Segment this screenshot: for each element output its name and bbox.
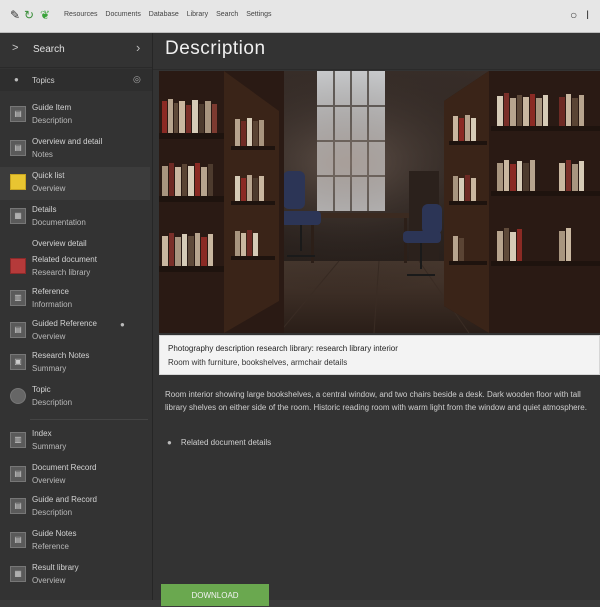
list-item[interactable]: ▥ Reference Information [0,283,150,316]
list-item-subtitle: Summary [32,442,67,451]
document-icon: ▤ [10,532,26,548]
list-item-subtitle: Research library [32,268,91,277]
filter-label: Topics [32,76,55,85]
list-item-title: Research Notes [32,351,90,360]
list-item-title: Document Record [32,463,97,472]
list-item-subtitle: Description [32,398,73,407]
list-item[interactable]: Overview detail [0,235,150,251]
list-item-title: Quick list [32,171,65,180]
document-icon: ▤ [10,140,26,156]
image-caption: Photography description research library… [159,335,600,375]
top-menu: Resources Documents Database Library Sea… [64,11,278,18]
list-item[interactable]: Topic Description [0,381,150,414]
list-item-subtitle: Overview [32,332,66,341]
menu-item[interactable]: Documents [105,11,140,18]
list-item-title: Guide and Record [32,495,97,504]
sidebar: > Search › ● Topics ◎ ▤ Guide Item Descr… [0,33,153,600]
document-icon: ▤ [10,106,26,122]
browser-toolbar: ✎ ↻ ❦ Resources Documents Database Libra… [0,0,600,33]
list-item-title: Related document [32,255,97,264]
list-item[interactable]: Related document Research library [0,251,150,284]
list-item-title: Topic [32,385,51,394]
main-panel: Description Photography description rese… [153,33,600,606]
list-item[interactable]: Quick list Overview [0,167,150,200]
circle-icon [10,388,26,404]
menu-item[interactable]: Settings [246,11,271,18]
list-item-subtitle: Notes [32,150,53,159]
bookmark-icon [10,258,26,274]
list-item-title: Details [32,205,57,214]
list-item-title: Overview detail [32,239,87,248]
menu-item[interactable]: Database [149,11,179,18]
chevron-right-icon[interactable]: › [136,40,140,55]
list-item-title: Index [32,429,52,438]
list-item[interactable]: ▤ Guided Reference Overview ● [0,315,150,348]
document-icon: ▤ [10,322,26,338]
list-item[interactable]: ▦ Details Documentation [0,201,150,234]
list-item[interactable]: ▤ Guide Item Description [0,99,150,132]
book-icon: ▥ [10,290,26,306]
list-item[interactable]: ▥ Index Summary [0,425,150,458]
bullet-text: Related document details [180,438,272,447]
list-item[interactable]: ▣ Research Notes Summary [0,347,150,380]
menu-item[interactable]: Search [216,11,238,18]
sidebar-header: > Search › [0,33,152,68]
library-illustration [159,71,600,333]
refresh-icon[interactable]: ○ [570,8,577,22]
image-icon: ▦ [10,208,26,224]
library-photo [159,71,600,333]
image-icon: ▦ [10,566,26,582]
list-item-subtitle: Information [32,300,73,309]
description-text: Room interior showing large bookshelves,… [165,390,587,412]
bullet-icon: ● [167,438,172,447]
list-item-title: Result library [32,563,79,572]
folder-icon [10,174,26,190]
list-item[interactable]: ▤ Guide and Record Description [0,491,150,524]
caption-line-1: Photography description research library… [168,344,398,353]
list-item-subtitle: Summary [32,364,67,373]
caption-line-2: Room with furniture, bookshelves, armcha… [168,358,348,367]
list-item-subtitle: Overview [32,184,66,193]
document-icon: ▤ [10,466,26,482]
book-icon: ▥ [10,432,26,448]
sidebar-title: Search [33,44,65,55]
list-item-subtitle: Overview [32,576,66,585]
divider [30,419,148,420]
list-item-title: Guide Notes [32,529,77,538]
list-item-title: Reference [32,287,69,296]
list-item[interactable]: ▦ Result library Overview [0,559,150,592]
list-item[interactable]: ▤ Document Record Overview [0,459,150,492]
list-item-subtitle: Description [32,508,73,517]
dot-icon: ● [120,320,125,329]
list-item-subtitle: Documentation [32,218,86,227]
filter-icon[interactable]: ◎ [133,74,141,85]
expand-icon[interactable]: > [12,42,18,54]
list-item-title: Guide Item [32,103,72,112]
sidebar-filter[interactable]: ● Topics ◎ [0,69,152,91]
note-icon: ▣ [10,354,26,370]
list-item-title: Overview and detail [32,137,103,146]
list-item[interactable]: ▤ Guide Notes Reference [0,525,150,558]
document-icon: ▤ [10,498,26,514]
info-icon[interactable]: ǀ [586,8,589,22]
app-icon[interactable]: ↻ [24,8,34,22]
filter-dot-icon: ● [14,75,19,84]
back-icon[interactable]: ✎ [10,8,20,22]
list-item-subtitle: Description [32,116,73,125]
leaf-icon[interactable]: ❦ [40,8,50,22]
list-item[interactable]: ▤ Overview and detail Notes [0,133,150,166]
page-title: Description [165,38,266,59]
main-header: Description [153,33,600,70]
menu-item[interactable]: Library [187,11,208,18]
bullet-item[interactable]: ● Related document details [167,438,271,447]
list-item-subtitle: Overview [32,476,66,485]
list-item-subtitle: Reference [32,542,69,551]
download-button[interactable]: DOWNLOAD [161,584,269,606]
menu-item[interactable]: Resources [64,11,97,18]
list-item-title: Guided Reference [32,319,97,328]
